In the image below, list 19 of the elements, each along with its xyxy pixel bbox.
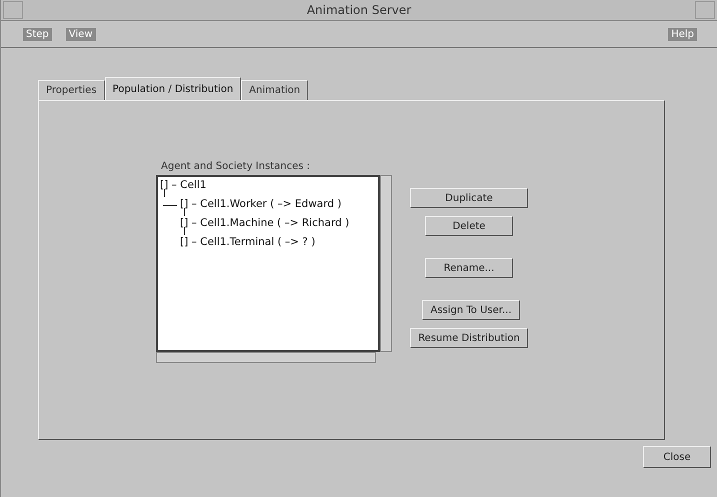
- tab[interactable]: Animation: [241, 80, 308, 100]
- action-button[interactable]: Assign To User...: [422, 300, 520, 320]
- list-label: Agent and Society Instances :: [161, 161, 311, 172]
- window-menu-button[interactable]: [3, 1, 23, 19]
- action-button[interactable]: Rename...: [425, 258, 513, 278]
- horizontal-scrollbar[interactable]: [156, 352, 376, 363]
- close-button[interactable]: Close: [643, 446, 711, 468]
- tab[interactable]: Population / Distribution: [104, 77, 242, 100]
- tree-item[interactable]: [] – Cell1.Terminal ( –> ? ): [180, 236, 316, 248]
- vertical-scrollbar[interactable]: [380, 175, 392, 352]
- maximize-button[interactable]: [695, 1, 715, 19]
- tab[interactable]: Properties: [38, 80, 105, 100]
- action-button[interactable]: Delete: [425, 216, 513, 236]
- tree-item[interactable]: [] – Cell1.Machine ( –> Richard ): [180, 217, 350, 229]
- action-button[interactable]: Duplicate: [410, 188, 528, 208]
- window-title: Animation Server: [306, 3, 412, 17]
- action-button[interactable]: Resume Distribution: [410, 328, 528, 348]
- tree-item[interactable]: [] – Cell1: [160, 179, 206, 191]
- tree-item[interactable]: [] – Cell1.Worker ( –> Edward ): [180, 198, 342, 210]
